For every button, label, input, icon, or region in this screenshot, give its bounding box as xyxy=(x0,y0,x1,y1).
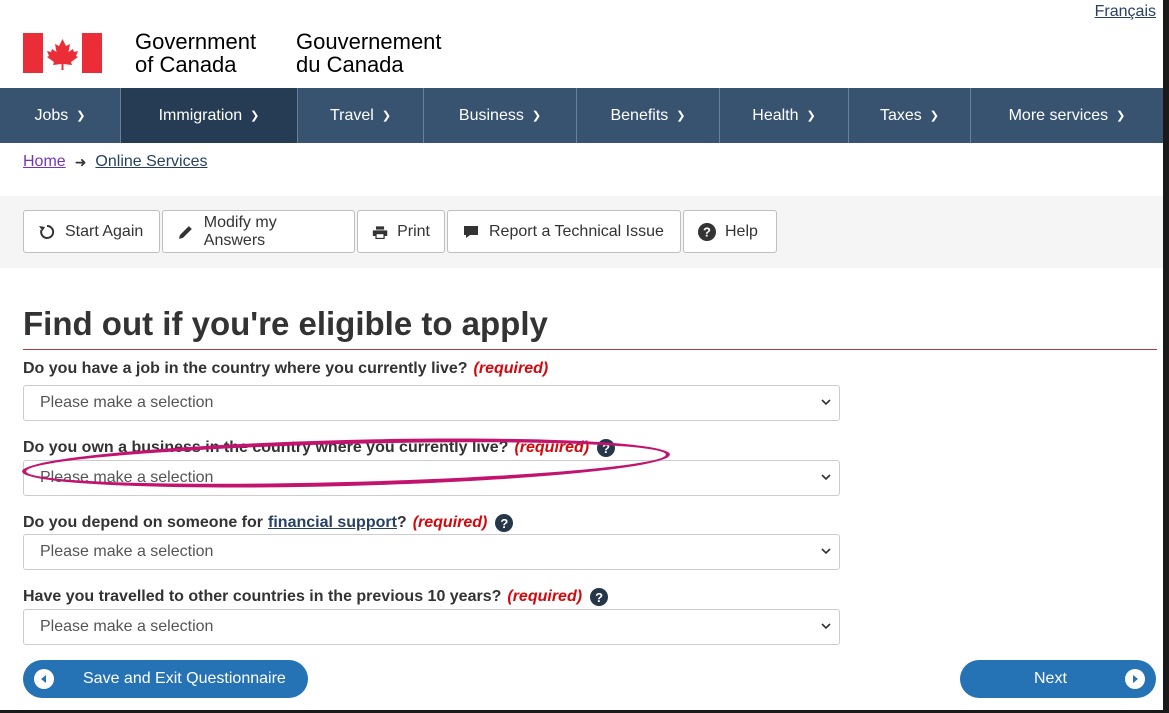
question-circle-icon[interactable]: ? xyxy=(495,514,514,532)
nav-item-business[interactable]: Business ❯ xyxy=(424,88,577,143)
save-and-exit-button[interactable]: Save and Exit Questionnaire xyxy=(23,660,308,698)
nav-label: Business xyxy=(458,106,524,124)
required-marker: (required) xyxy=(412,514,488,531)
travel-select[interactable]: Please make a selection xyxy=(23,609,840,645)
help-button[interactable]: ? Help xyxy=(683,210,777,253)
chevron-left-circle-icon xyxy=(34,669,54,689)
chevron-down-icon xyxy=(821,548,831,555)
select-value: Please make a selection xyxy=(40,543,214,560)
modify-answers-button[interactable]: Modify my Answers xyxy=(162,210,355,253)
chevron-down-icon: ❯ xyxy=(806,110,816,122)
action-toolbar: Start Again Modify my Answers Print Repo… xyxy=(23,210,779,253)
main-navigation: Jobs ❯ Immigration ❯ Travel ❯ Business ❯ Ben… xyxy=(0,88,1163,143)
arrow-right-icon: ➜ xyxy=(74,153,87,170)
question-text: Do you have a job in the country where y… xyxy=(23,360,468,377)
start-again-button[interactable]: Start Again xyxy=(23,210,160,253)
required-marker: (required) xyxy=(473,360,549,377)
print-button[interactable]: Print xyxy=(357,210,445,253)
page-title: Find out if you're eligible to apply xyxy=(23,305,548,342)
nav-item-travel[interactable]: Travel ❯ xyxy=(298,88,424,143)
financial-support-select[interactable]: Please make a selection xyxy=(23,534,840,570)
question-text: Have you travelled to other countries in… xyxy=(23,588,502,605)
chevron-down-icon xyxy=(821,623,831,630)
nav-item-immigration[interactable]: Immigration ❯ xyxy=(121,88,298,143)
chevron-down-icon: ❯ xyxy=(531,110,542,122)
signature-english: Government of Canada xyxy=(135,30,256,76)
svg-text:?: ? xyxy=(703,224,711,239)
select-value: Please make a selection xyxy=(40,469,214,486)
question-text-suffix: ? xyxy=(396,514,407,531)
nav-label: Travel xyxy=(329,106,374,124)
signature-en-line2: of Canada xyxy=(135,52,237,77)
title-divider xyxy=(23,349,1157,350)
question-financial-support-label: Do you depend on someone for financial s… xyxy=(23,514,514,532)
breadcrumb-online-services-link[interactable]: Online Services xyxy=(95,153,207,171)
chevron-down-icon: ❯ xyxy=(676,110,686,122)
chevron-down-icon: ❯ xyxy=(76,110,86,122)
nav-item-health[interactable]: Health ❯ xyxy=(720,88,849,143)
signature-en-line1: Government xyxy=(135,29,257,54)
breadcrumb: Home ➜ Online Services xyxy=(23,153,207,171)
chevron-right-circle-icon xyxy=(1125,669,1145,689)
start-again-label: Start Again xyxy=(65,222,144,240)
chevron-down-icon xyxy=(821,474,831,481)
nav-label: Benefits xyxy=(610,106,669,124)
next-button[interactable]: Next xyxy=(960,660,1156,698)
business-select[interactable]: Please make a selection xyxy=(23,460,840,496)
window-edge-right xyxy=(1163,0,1169,713)
pencil-icon xyxy=(178,225,192,239)
chevron-down-icon xyxy=(821,399,831,406)
printer-icon xyxy=(372,225,388,239)
canada-flag-icon xyxy=(23,33,102,73)
print-label: Print xyxy=(397,222,430,240)
help-label: Help xyxy=(725,222,758,240)
question-business-label: Do you own a business in the country whe… xyxy=(23,439,616,457)
nav-label: Taxes xyxy=(879,106,922,124)
nav-label: Health xyxy=(752,106,799,124)
nav-label: Jobs xyxy=(34,106,69,124)
question-travel-label: Have you travelled to other countries in… xyxy=(23,588,609,606)
required-marker: (required) xyxy=(514,439,590,456)
chevron-down-icon: ❯ xyxy=(929,110,939,122)
chevron-down-icon: ❯ xyxy=(381,110,392,122)
financial-support-link[interactable]: financial support xyxy=(268,514,397,532)
nav-label: More services xyxy=(1008,106,1109,124)
breadcrumb-home-link[interactable]: Home xyxy=(23,153,66,171)
question-job-label: Do you have a job in the country where y… xyxy=(23,360,548,378)
chevron-down-icon: ❯ xyxy=(250,110,260,122)
comment-icon xyxy=(464,225,478,238)
signature-fr-line1: Gouvernement xyxy=(296,29,442,54)
select-value: Please make a selection xyxy=(40,618,214,635)
save-and-exit-label: Save and Exit Questionnaire xyxy=(83,670,286,687)
nav-item-more-services[interactable]: More services ❯ xyxy=(971,88,1163,143)
signature-fr-line2: du Canada xyxy=(296,52,404,77)
question-circle-icon[interactable]: ? xyxy=(590,588,609,606)
required-marker: (required) xyxy=(507,588,583,605)
nav-item-jobs[interactable]: Jobs ❯ xyxy=(0,88,121,143)
chevron-down-icon: ❯ xyxy=(1116,110,1126,122)
refresh-icon xyxy=(39,224,55,239)
question-text: Do you depend on someone for xyxy=(23,514,264,531)
report-issue-label: Report a Technical Issue xyxy=(489,222,664,240)
report-issue-button[interactable]: Report a Technical Issue xyxy=(447,210,681,253)
next-label: Next xyxy=(1034,670,1067,687)
language-toggle-link[interactable]: Français xyxy=(1095,3,1156,21)
signature-french: Gouvernement du Canada xyxy=(296,30,442,76)
nav-item-taxes[interactable]: Taxes ❯ xyxy=(849,88,971,143)
question-text: Do you own a business in the country whe… xyxy=(23,439,509,456)
question-circle-icon: ? xyxy=(698,222,716,241)
modify-answers-label: Modify my Answers xyxy=(203,213,277,249)
nav-label: Immigration xyxy=(158,106,243,124)
government-header: Government of Canada Gouvernement du Can… xyxy=(0,0,1163,88)
question-circle-icon[interactable]: ? xyxy=(597,439,616,457)
select-value: Please make a selection xyxy=(40,394,214,411)
nav-item-benefits[interactable]: Benefits ❯ xyxy=(577,88,720,143)
job-select[interactable]: Please make a selection xyxy=(23,385,840,421)
